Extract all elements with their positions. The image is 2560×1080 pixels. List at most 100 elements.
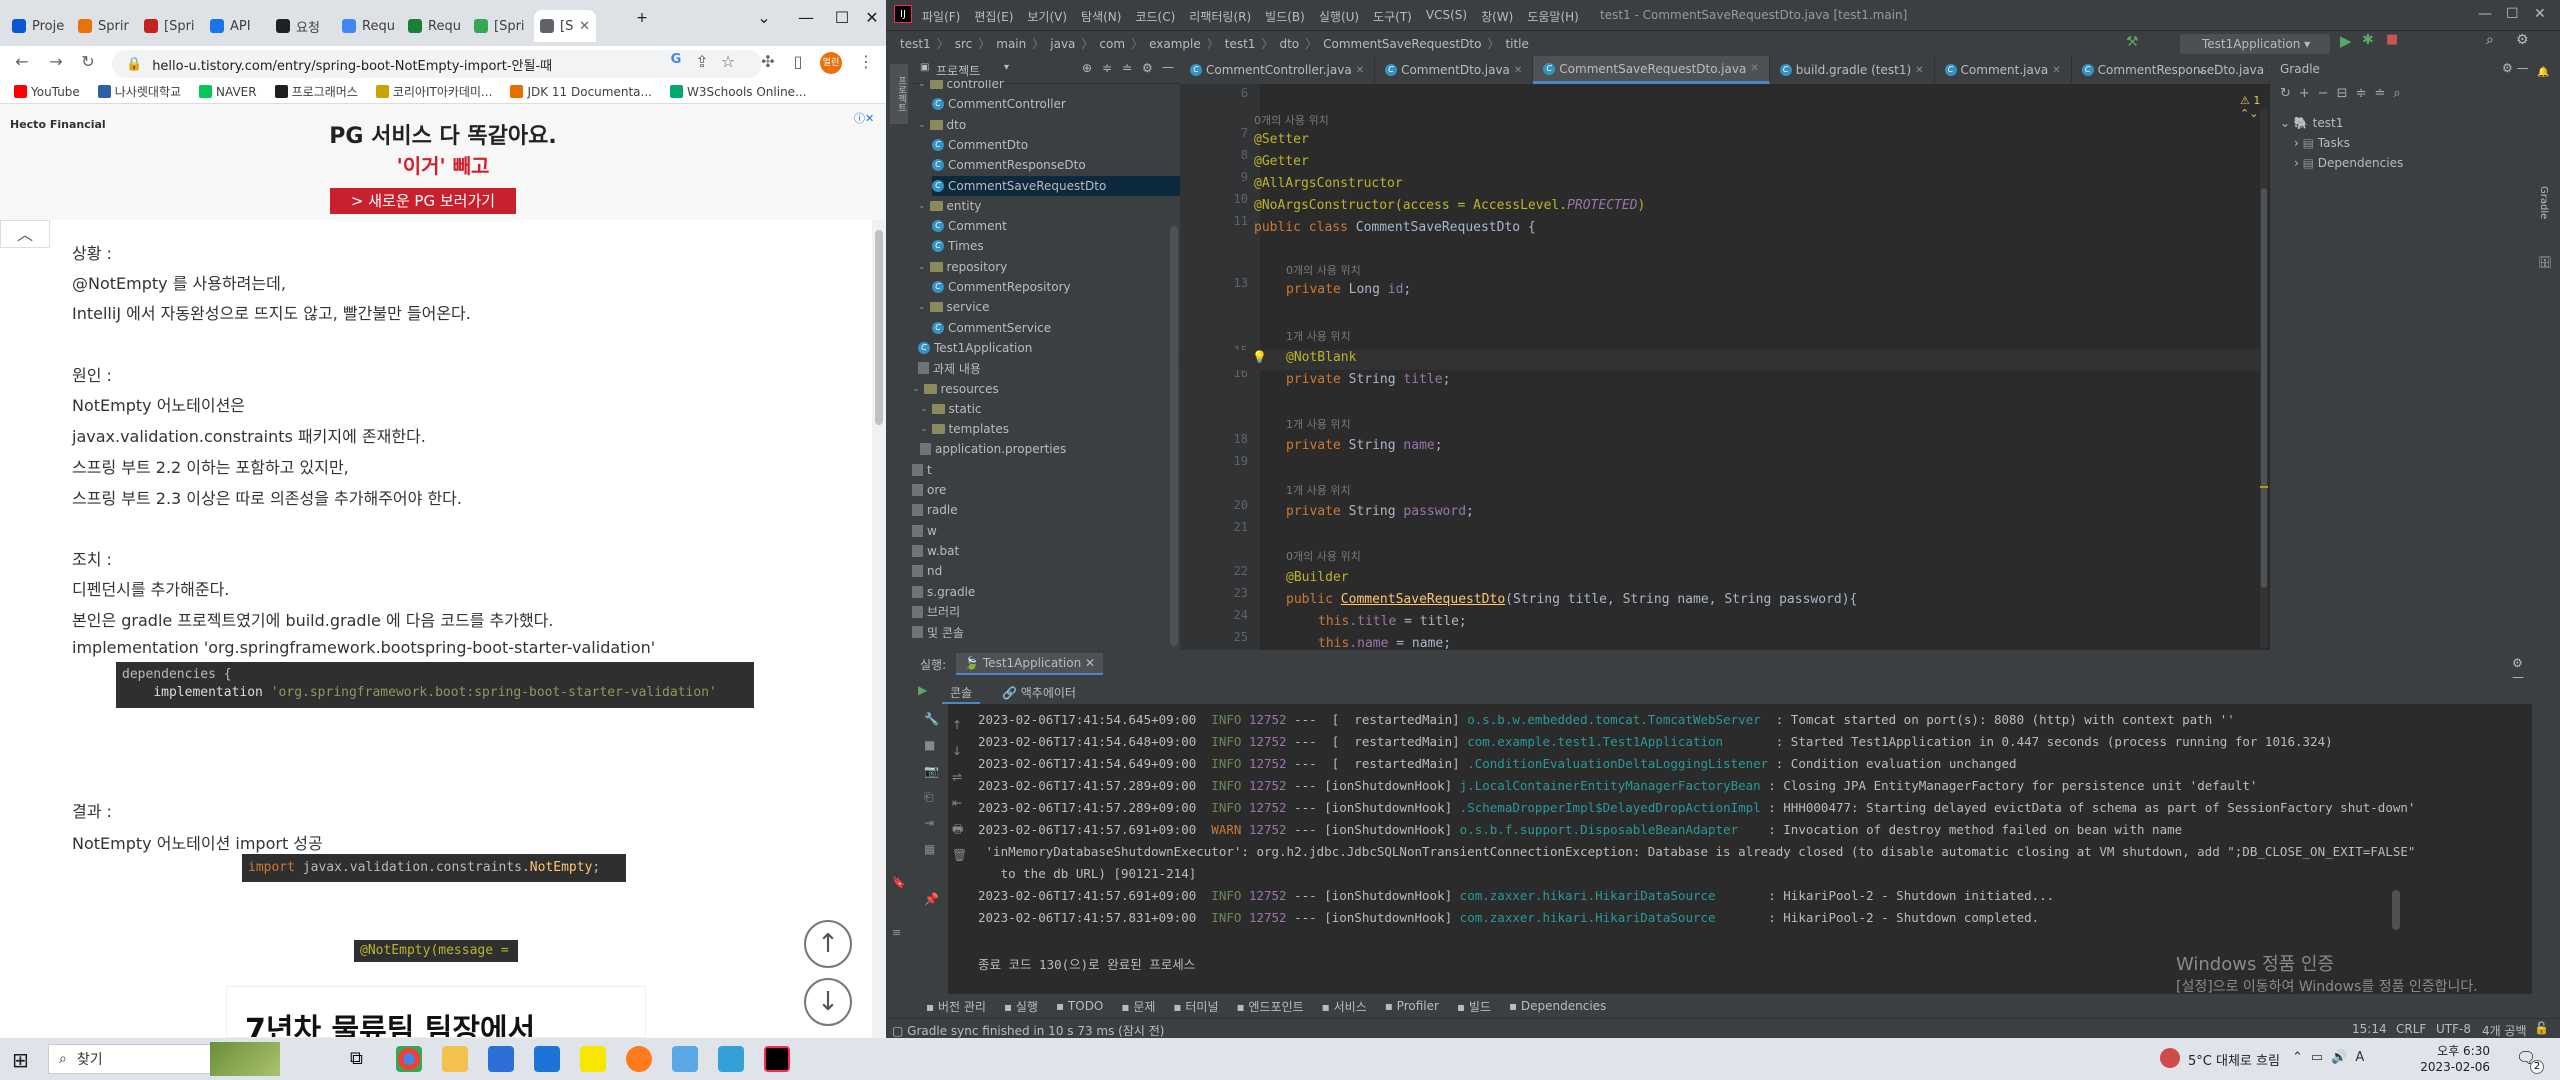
bookmark-item[interactable]: 코리아IT아카데미...	[375, 83, 492, 100]
close-tab-icon[interactable]: ✕	[1750, 63, 1758, 74]
tree-item[interactable]: ⌄ entity	[918, 196, 981, 216]
back-icon[interactable]: ←	[10, 52, 34, 71]
tree-scrollbar[interactable]	[1170, 226, 1178, 646]
kakaotalk-icon[interactable]	[580, 1046, 606, 1072]
tree-item[interactable]: C Comment	[932, 216, 1007, 236]
tray-icons[interactable]: ⌃▭🔊A	[2292, 1050, 2372, 1065]
bottom-ad-banner[interactable]: 7년차 물류팀 팀장에서	[226, 986, 646, 1038]
bookmark-item[interactable]: JDK 11 Documenta...	[510, 85, 652, 99]
expand-chevron-icon[interactable]: ⌄	[920, 404, 928, 414]
gradle-tool-button[interactable]: Gradle	[2538, 186, 2549, 219]
tree-item[interactable]: C CommentResponseDto	[932, 155, 1086, 175]
bookmark-item[interactable]: NAVER	[199, 85, 257, 99]
console-output[interactable]: 🔧 ■ 📷 ⎗ ⇥ ▦ 📌 ↑ ↓ ⇌ ⇤ 🖶 🗑 2023-02-06T17:41:54…	[912, 704, 2532, 995]
caret-position[interactable]: 15:14	[2352, 1022, 2387, 1036]
tree-item[interactable]: ⌄ controller	[918, 80, 1004, 94]
tree-item[interactable]: 과제 내용	[918, 358, 981, 378]
close-tab-icon[interactable]: ✕	[579, 19, 590, 34]
tool-window-button[interactable]: ▪ 버전 관리	[926, 998, 986, 1015]
project-panel-title[interactable]: 프로젝트	[936, 62, 980, 79]
tool-window-button[interactable]: ▪ 터미널	[1173, 998, 1218, 1015]
browser-tab[interactable]: 요청	[270, 10, 328, 42]
tool-window-button[interactable]: ▪ 실행	[1004, 998, 1038, 1015]
stop-icon[interactable]: ■	[924, 738, 935, 752]
menu-item[interactable]: 편집(E)	[974, 8, 1013, 25]
file-explorer-icon[interactable]	[442, 1046, 468, 1072]
close-window-icon[interactable]: ✕	[2534, 6, 2546, 22]
share-icon[interactable]: ⇪	[690, 52, 714, 71]
console-side-icons[interactable]: ↑ ↓ ⇌ ⇤ 🖶 🗑	[952, 712, 967, 868]
tree-item[interactable]: ⌄ repository	[918, 257, 1007, 277]
tree-item[interactable]: nd	[912, 561, 942, 581]
scroll-up-button[interactable]: ↑	[804, 920, 852, 968]
editor-tab[interactable]: Cbuild.gradle (test1) ✕	[1770, 56, 1935, 84]
chrome-taskbar-icon[interactable]	[396, 1046, 422, 1072]
breadcrumb-item[interactable]: test1	[1225, 37, 1256, 51]
browser-tab[interactable]: Requ	[402, 10, 460, 42]
menu-item[interactable]: 보기(V)	[1027, 8, 1067, 25]
tree-item[interactable]: ⌄ dto	[918, 115, 966, 135]
tab-actuator[interactable]: 🔗 액추에이터	[1002, 684, 1076, 701]
hide-panel-icon[interactable]: —	[1162, 60, 1174, 74]
run-icon[interactable]: ▶	[2340, 32, 2352, 50]
run-config-selector[interactable]: Test1Application ▾	[2180, 34, 2330, 54]
tree-item[interactable]: ore	[912, 480, 946, 500]
layout-icon[interactable]: ▦	[924, 842, 935, 856]
menu-item[interactable]: 도구(T)	[1373, 8, 1412, 25]
search-everywhere-icon[interactable]: ⌕	[2486, 32, 2494, 48]
bookmark-item[interactable]: YouTube	[14, 85, 80, 99]
breadcrumb-item[interactable]: main	[996, 37, 1026, 51]
tree-item[interactable]: ⌄ static	[920, 399, 982, 419]
tree-item[interactable]: t	[912, 460, 932, 480]
tool-window-button[interactable]: ▪ 서비스	[1322, 998, 1367, 1015]
code-editor[interactable]: 678910111315161819202122232425 ⚠ 1 ⌃⌄ 💡 …	[1180, 84, 2270, 650]
task-view-icon[interactable]: ⧉	[350, 1048, 363, 1069]
expand-chevron-icon[interactable]: ⌄	[918, 201, 926, 211]
tree-item[interactable]: ⌄ resources	[912, 379, 999, 399]
bookmarks-tool-icon[interactable]: 🔖	[892, 876, 906, 889]
breadcrumb-item[interactable]: example	[1149, 37, 1201, 51]
expand-chevron-icon[interactable]: ⌄	[920, 424, 928, 434]
menu-item[interactable]: 빌드(B)	[1265, 8, 1305, 25]
expand-all-icon[interactable]: ≑	[1102, 61, 1112, 75]
options-gear-icon[interactable]: ⚙	[1142, 61, 1153, 75]
postman-icon[interactable]	[626, 1046, 652, 1072]
project-tool-button[interactable]: 프로젝트	[890, 64, 908, 124]
google-lens-icon[interactable]: G	[664, 52, 688, 67]
run-config-tab[interactable]: 🍃 Test1Application ✕	[956, 653, 1104, 675]
tool-window-button[interactable]: ▪ 문제	[1121, 998, 1155, 1015]
editor-tab[interactable]: C CommentSaveRequestDto.java ✕	[1533, 56, 1770, 84]
menu-item[interactable]: VCS(S)	[1426, 8, 1467, 25]
file-encoding[interactable]: UTF-8	[2436, 1022, 2471, 1036]
tree-item[interactable]: 브러리	[912, 602, 960, 622]
gradle-dependencies[interactable]: › ▤ Dependencies	[2294, 156, 2403, 170]
reload-icon[interactable]: ↻	[76, 52, 100, 71]
clock-date[interactable]: 2023-02-06	[2420, 1060, 2490, 1074]
expand-chevron-icon[interactable]: ⌄	[918, 120, 926, 130]
browser-tab[interactable]: Requ	[336, 10, 394, 42]
breadcrumb-item[interactable]: com	[1099, 37, 1125, 51]
browser-tab[interactable]: API	[204, 10, 262, 42]
scroll-down-button[interactable]: ↓	[804, 978, 852, 1026]
bookmark-item[interactable]: 프로그래머스	[274, 83, 358, 100]
editor-scrollbar[interactable]	[2260, 108, 2268, 648]
weather-text[interactable]: 5°C 대체로 흐림	[2188, 1050, 2280, 1069]
tool-window-button[interactable]: ▪ Dependencies	[1509, 999, 1606, 1013]
lock-icon[interactable]: 🔓	[2534, 1021, 2549, 1035]
close-window-icon[interactable]: ✕	[852, 8, 886, 27]
tree-item[interactable]: application.properties	[920, 439, 1066, 459]
breadcrumb-item[interactable]: java	[1050, 37, 1075, 51]
tab-overflow-icon[interactable]: ⌄ ⋮	[2196, 62, 2222, 76]
tool-window-button[interactable]: ▪ 빌드	[1457, 998, 1491, 1015]
minimize-icon[interactable]: —	[786, 8, 826, 27]
notifications-tool-button[interactable]: 🔔	[2538, 66, 2549, 78]
debug-icon[interactable]: ✱	[2362, 32, 2374, 48]
breadcrumb-item[interactable]: CommentSaveRequestDto	[1323, 37, 1481, 51]
menu-item[interactable]: 리팩터링(R)	[1189, 8, 1251, 25]
menu-kebab-icon[interactable]: ⋮	[854, 52, 878, 71]
browser-tab[interactable]: Proje	[6, 10, 64, 42]
breadcrumb-item[interactable]: dto	[1279, 37, 1299, 51]
tool-window-button[interactable]: ▪ 엔드포인트	[1237, 998, 1304, 1015]
start-windows-icon[interactable]: ⊞	[12, 1048, 29, 1072]
db-tool-icon[interactable]: 🗄	[2538, 256, 2552, 269]
